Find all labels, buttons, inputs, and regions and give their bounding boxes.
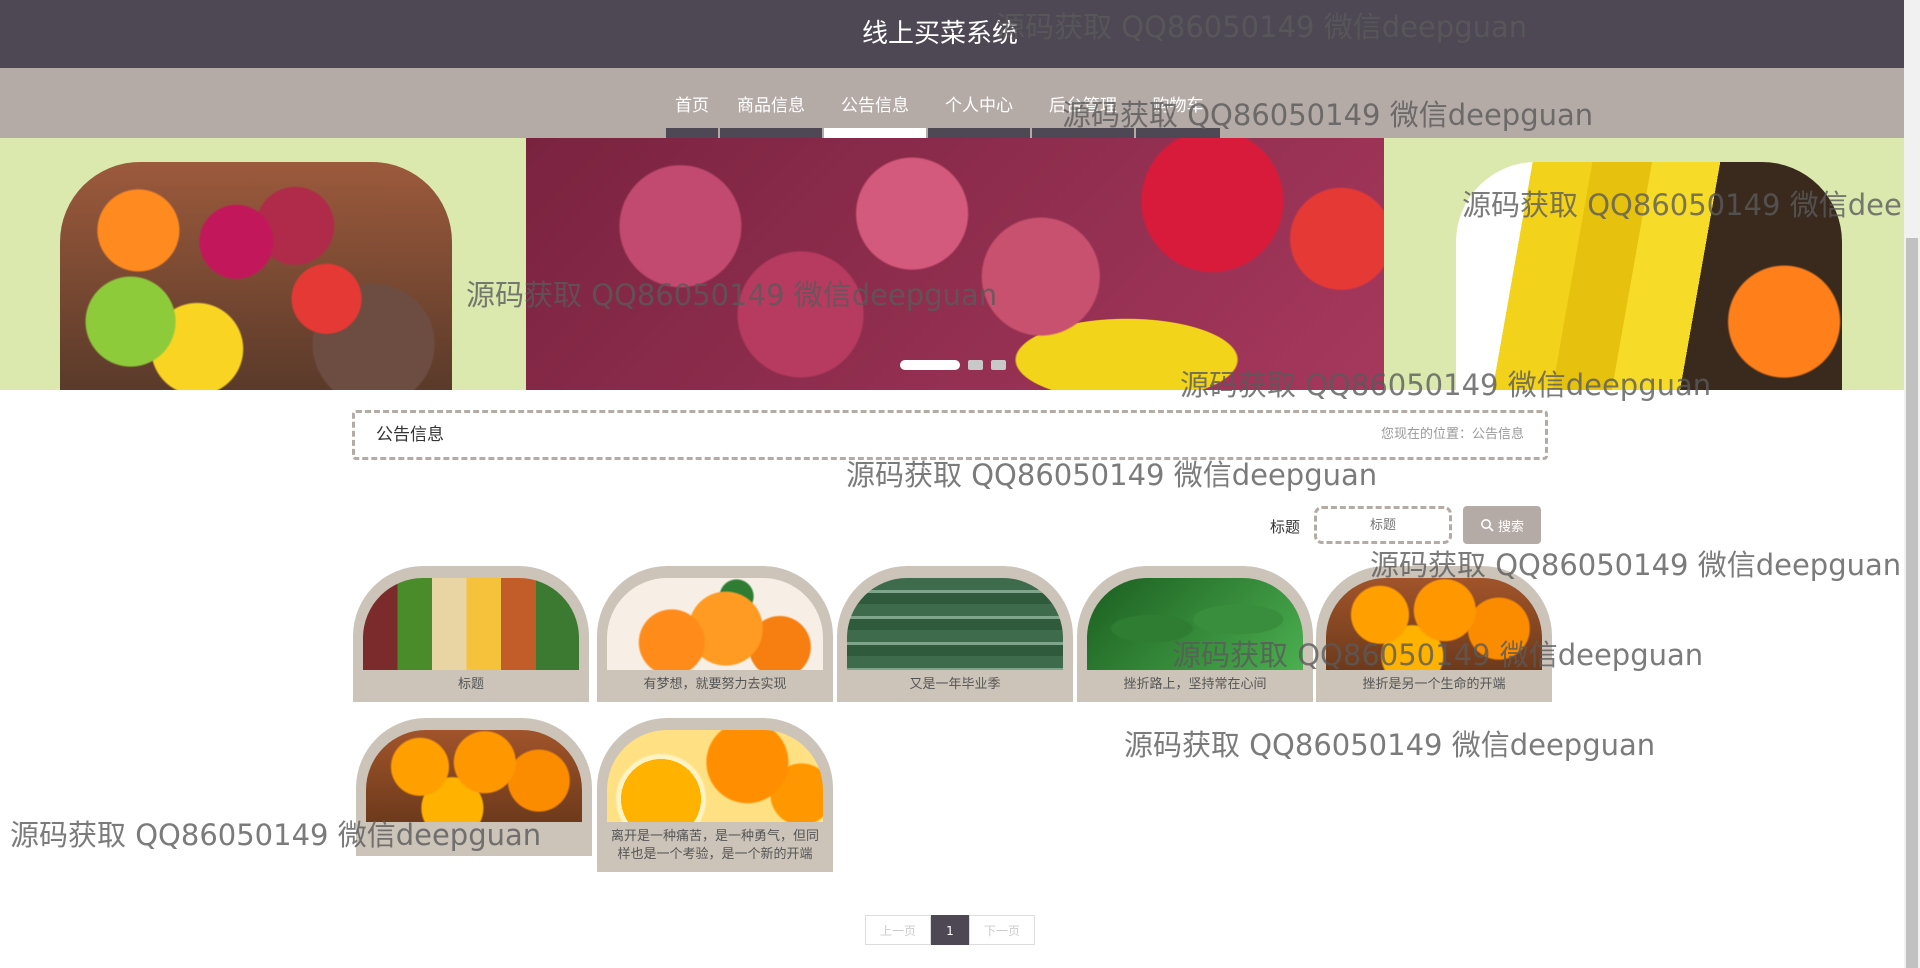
carousel-dot[interactable] xyxy=(991,360,1006,370)
page: 线上买菜系统 首页 商品信息 公告信息 个人中心 后台管理 购物车 公告信息 您… xyxy=(0,0,1920,968)
notice-card[interactable]: 挫折路上，坚持常在心间 xyxy=(1077,566,1313,702)
nav-underline xyxy=(666,128,718,138)
page-title: 公告信息 xyxy=(376,425,444,445)
notice-caption: 又是一年毕业季 xyxy=(909,677,1001,692)
pagination: 上一页 1 下一页 xyxy=(865,915,1035,945)
nav-item-cart[interactable]: 购物车 xyxy=(1136,68,1220,138)
notice-image xyxy=(607,578,823,670)
nav-item-products[interactable]: 商品信息 xyxy=(720,68,822,138)
notice-card[interactable]: 挫折是另一个生命的开端 xyxy=(1316,566,1552,702)
notice-image xyxy=(366,730,582,822)
carousel-dot[interactable] xyxy=(968,360,983,370)
carousel-indicators xyxy=(900,360,1006,370)
banana-image xyxy=(1456,162,1842,390)
search-label: 标题 xyxy=(1270,518,1301,536)
notice-image xyxy=(607,730,823,822)
notice-image xyxy=(363,578,579,670)
search-button[interactable]: 搜索 xyxy=(1463,506,1541,544)
nav-item-home[interactable]: 首页 xyxy=(666,68,718,138)
nav-label: 公告信息 xyxy=(841,95,909,116)
fruit-basket-image xyxy=(60,162,452,390)
breadcrumb: 公告信息 您现在的位置：公告信息 xyxy=(352,410,1548,460)
notice-caption: 标题 xyxy=(457,677,484,692)
notice-caption: 挫折是另一个生命的开端 xyxy=(1362,677,1506,692)
nav-item-admin[interactable]: 后台管理 xyxy=(1032,68,1134,138)
nav-label: 购物车 xyxy=(1152,95,1204,116)
nav-bar: 首页 商品信息 公告信息 个人中心 后台管理 购物车 xyxy=(0,68,1904,138)
nav-item-notices[interactable]: 公告信息 xyxy=(824,68,926,138)
nav-underline xyxy=(1032,128,1134,138)
scrollbar-thumb[interactable] xyxy=(1906,238,1918,968)
nav-underline xyxy=(720,128,822,138)
notice-caption: 离开是一种痛苦，是一种勇气，但同样也是一个考验，是一个新的开端 xyxy=(610,829,819,862)
main-nav: 首页 商品信息 公告信息 个人中心 后台管理 购物车 xyxy=(666,68,1220,138)
notice-caption xyxy=(356,822,592,836)
notice-caption: 有梦想，就要努力去实现 xyxy=(643,677,787,692)
notice-card[interactable]: 标题 xyxy=(353,566,589,702)
notice-card[interactable]: 有梦想，就要努力去实现 xyxy=(597,566,833,702)
notice-image xyxy=(1087,578,1303,670)
grapes-strawberry-image xyxy=(526,138,1384,390)
next-page-button[interactable]: 下一页 xyxy=(969,915,1035,945)
nav-label: 后台管理 xyxy=(1049,95,1117,116)
prev-page-button[interactable]: 上一页 xyxy=(865,915,931,945)
notice-card[interactable] xyxy=(356,718,592,856)
notice-card[interactable]: 又是一年毕业季 xyxy=(837,566,1073,702)
nav-label: 商品信息 xyxy=(737,95,805,116)
nav-underline xyxy=(928,128,1030,138)
current-location: 您现在的位置：公告信息 xyxy=(1380,427,1524,442)
watermark-text: 源码获取 QQ86050149 微信deepguan xyxy=(1124,728,1656,762)
nav-underline xyxy=(1136,128,1220,138)
banner-slide-next xyxy=(1384,138,1904,390)
banner-slide-prev xyxy=(0,138,526,390)
nav-label: 首页 xyxy=(675,95,709,116)
header-bar: 线上买菜系统 xyxy=(0,0,1904,68)
nav-label: 个人中心 xyxy=(945,95,1013,116)
nav-item-profile[interactable]: 个人中心 xyxy=(928,68,1030,138)
search-icon xyxy=(1480,519,1494,532)
page-1-button[interactable]: 1 xyxy=(931,915,969,945)
site-title: 线上买菜系统 xyxy=(861,19,1018,49)
search-input[interactable] xyxy=(1314,506,1452,544)
notice-card[interactable]: 离开是一种痛苦，是一种勇气，但同样也是一个考验，是一个新的开端 xyxy=(597,718,833,872)
search-button-label: 搜索 xyxy=(1497,519,1524,535)
notice-image xyxy=(1326,578,1542,670)
carousel-dot[interactable] xyxy=(900,360,960,370)
banner-carousel[interactable] xyxy=(0,138,1904,390)
notice-caption: 挫折路上，坚持常在心间 xyxy=(1123,677,1267,692)
notice-image xyxy=(847,578,1063,670)
page-scrollbar[interactable] xyxy=(1904,0,1920,968)
nav-underline xyxy=(824,128,926,138)
